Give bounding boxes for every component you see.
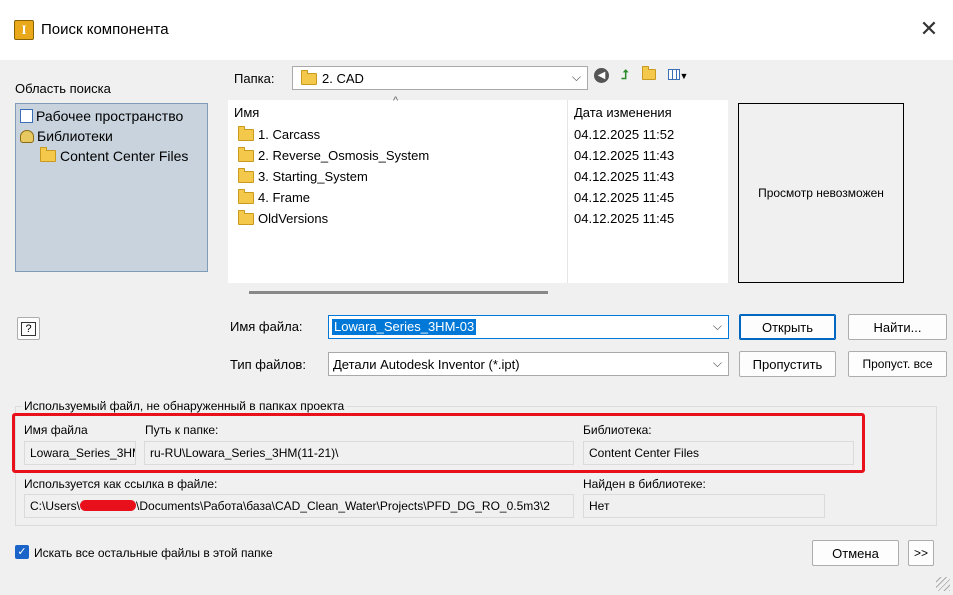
preview-text: Просмотр невозможен: [758, 186, 884, 200]
folder-icon: [238, 168, 254, 183]
search-scope-panel: Рабочее пространство Библиотеки Content …: [15, 103, 208, 272]
up-folder-icon[interactable]: ⮥: [616, 66, 634, 84]
redaction-scribble: [80, 500, 137, 511]
preview-pane: Просмотр невозможен: [738, 103, 904, 283]
filename-combo[interactable]: Lowara_Series_3HM-03 ⌵: [328, 315, 729, 339]
view-menu-icon[interactable]: ▼: [664, 66, 692, 84]
scope-item-content-center[interactable]: Content Center Files: [40, 147, 188, 164]
folder-icon: [40, 147, 56, 162]
cancel-button[interactable]: Отмена: [812, 540, 899, 566]
search-all-checkbox[interactable]: ✓: [15, 545, 29, 559]
filetype-combo[interactable]: Детали Autodesk Inventor (*.ipt) ⌵: [328, 352, 729, 376]
chevron-down-icon: ⌵: [712, 356, 722, 370]
new-folder-icon[interactable]: [640, 66, 658, 84]
missing-file-group-label: Используемый файл, не обнаруженный в пап…: [22, 399, 347, 413]
find-button[interactable]: Найти...: [848, 314, 947, 340]
scope-item-libraries[interactable]: Библиотеки: [20, 128, 113, 144]
folder-label: Папка:: [234, 71, 275, 86]
filename-label: Имя файла:: [230, 319, 303, 334]
folder-icon: [301, 70, 317, 85]
found-in-library-label: Найден в библиотеке:: [583, 477, 706, 491]
search-scope-label: Область поиска: [15, 81, 111, 96]
referenced-in-field: C:\Users\ \Documents\Работа\база\CAD_Clea…: [24, 494, 574, 518]
more-button[interactable]: >>: [908, 540, 934, 566]
list-item[interactable]: OldVersions 04.12.2025 11:45: [228, 208, 728, 229]
list-item[interactable]: 2. Reverse_Osmosis_System 04.12.2025 11:…: [228, 145, 728, 166]
window-title: Поиск компонента: [41, 21, 169, 38]
skip-all-button[interactable]: Пропуст. все: [848, 351, 947, 377]
close-icon[interactable]: ✕: [914, 14, 944, 44]
scope-item-workspace[interactable]: Рабочее пространство: [20, 108, 183, 124]
column-date-header[interactable]: Дата изменения: [574, 105, 672, 120]
annotation-highlight-box: [12, 413, 865, 473]
filetype-value: Детали Autodesk Inventor (*.ipt): [333, 357, 520, 372]
list-item[interactable]: 4. Frame 04.12.2025 11:45: [228, 187, 728, 208]
folder-icon: [238, 126, 254, 141]
open-button[interactable]: Открыть: [739, 314, 836, 340]
column-name-header[interactable]: Имя: [234, 105, 259, 120]
file-rows: 1. Carcass 04.12.2025 11:52 2. Reverse_O…: [228, 124, 728, 229]
filetype-label: Тип файлов:: [230, 357, 306, 372]
folder-combo[interactable]: 2. CAD ⌵: [292, 66, 588, 90]
folder-icon: [238, 210, 254, 225]
skip-button[interactable]: Пропустить: [739, 351, 836, 377]
folder-icon: [238, 189, 254, 204]
inventor-app-icon: I: [14, 20, 34, 40]
referenced-in-label: Используется как ссылка в файле:: [24, 477, 218, 491]
workspace-icon: [20, 109, 33, 123]
resize-grip-icon[interactable]: [936, 577, 950, 591]
list-item[interactable]: 3. Starting_System 04.12.2025 11:43: [228, 166, 728, 187]
found-in-library-field: Нет: [583, 494, 825, 518]
chevron-down-icon: ⌵: [571, 70, 581, 84]
horizontal-scrollbar[interactable]: [249, 291, 548, 294]
help-button[interactable]: ?: [17, 317, 40, 340]
libraries-icon: [20, 130, 34, 143]
sort-ascending-icon: ^: [393, 95, 399, 107]
folder-value: 2. CAD: [322, 71, 364, 86]
search-all-label[interactable]: Искать все остальные файлы в этой папке: [34, 546, 273, 560]
help-icon: ?: [21, 321, 36, 336]
chevron-down-icon: ⌵: [712, 319, 722, 333]
filename-value: Lowara_Series_3HM-03: [332, 319, 477, 335]
list-item[interactable]: 1. Carcass 04.12.2025 11:52: [228, 124, 728, 145]
folder-icon: [238, 147, 254, 162]
back-icon[interactable]: ◀: [594, 68, 609, 83]
